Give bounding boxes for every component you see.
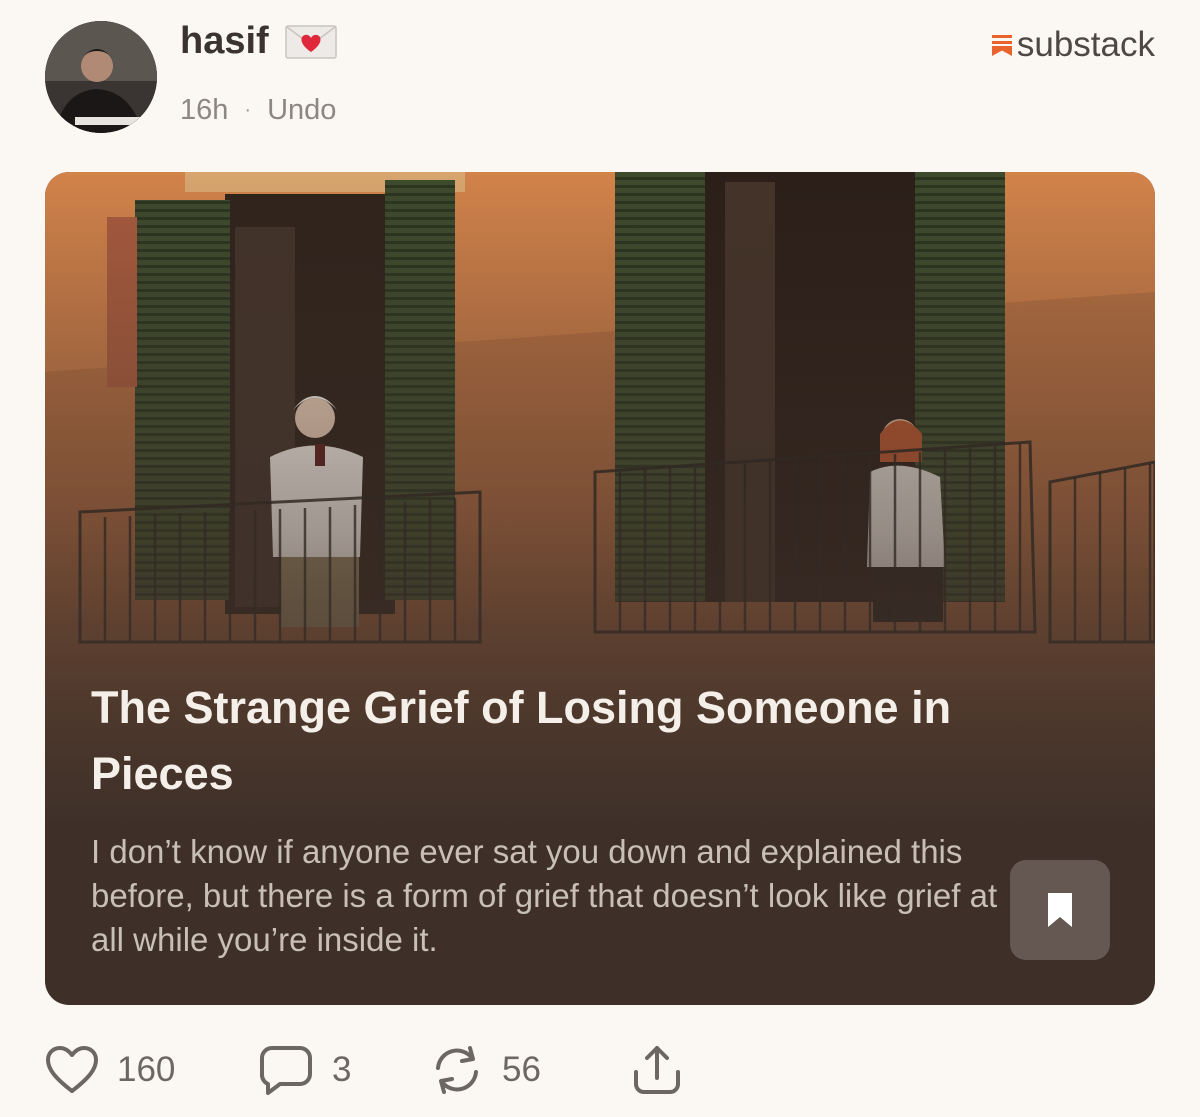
author-row: hasif (180, 20, 337, 63)
post-title[interactable]: The Strange Grief of Losing Someone in P… (91, 675, 971, 807)
comment-count: 3 (332, 1050, 352, 1089)
avatar-photo (45, 21, 157, 133)
comment-button[interactable]: 3 (258, 1040, 351, 1100)
restack-icon (436, 1046, 478, 1094)
meta-separator: · (244, 99, 252, 121)
author-name[interactable]: hasif (180, 20, 269, 63)
share-icon (634, 1046, 680, 1094)
like-count: 160 (117, 1050, 176, 1089)
post-meta: 16h · Undo (180, 94, 336, 127)
substack-logo-icon (991, 35, 1012, 56)
restack-button[interactable]: 56 (430, 1040, 541, 1100)
brand-name: substack (1016, 25, 1155, 64)
bookmark-button[interactable] (1010, 860, 1110, 960)
love-letter-icon (284, 24, 337, 59)
like-button[interactable]: 160 (45, 1040, 175, 1100)
undo-link[interactable]: Undo (267, 94, 336, 127)
post-actions: 160 3 56 (45, 1040, 745, 1100)
substack-brand[interactable]: substack (991, 25, 1155, 65)
restack-count: 56 (502, 1050, 541, 1089)
bookmark-icon (1048, 893, 1072, 927)
comment-icon (260, 1046, 312, 1095)
post-card[interactable]: The Strange Grief of Losing Someone in P… (45, 172, 1155, 1005)
author-avatar[interactable] (45, 21, 157, 133)
post-description: I don’t know if anyone ever sat you down… (91, 833, 998, 958)
heart-icon (46, 1046, 98, 1093)
post-time: 16h (180, 94, 229, 126)
share-button[interactable] (630, 1040, 684, 1100)
